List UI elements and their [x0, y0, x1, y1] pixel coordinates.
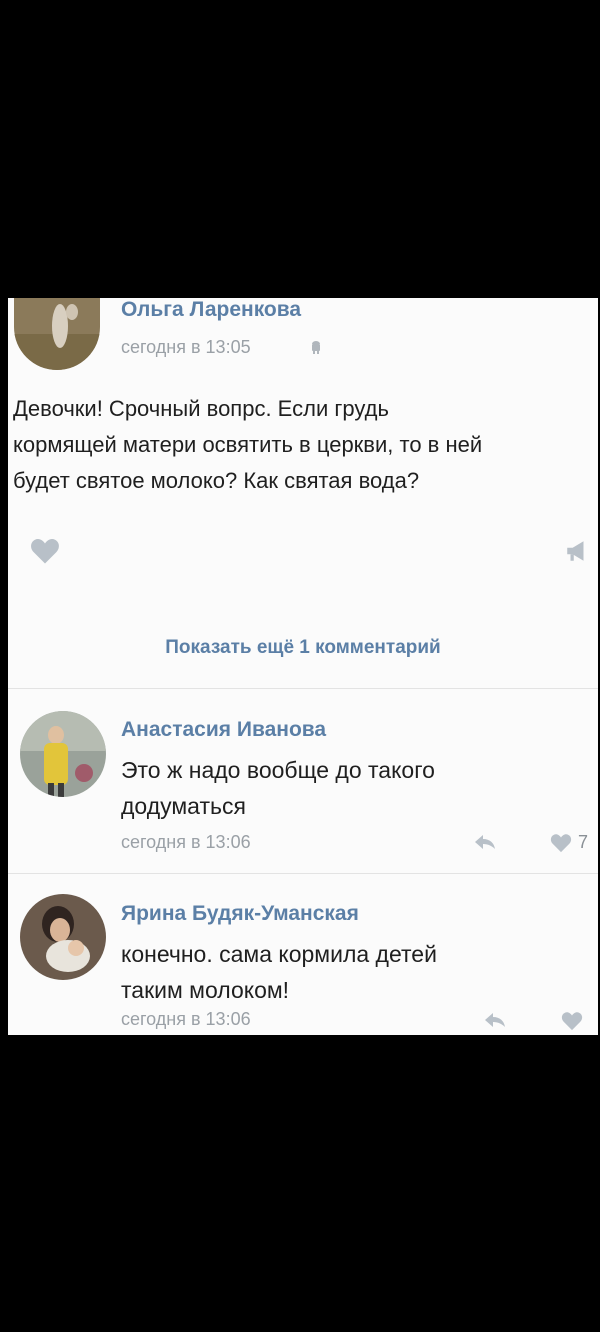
- comment-text-line-2: додуматься: [121, 793, 246, 819]
- comment-author-name[interactable]: Анастасия Иванова: [121, 718, 326, 742]
- post-author-name[interactable]: Ольга Ларенкова: [121, 298, 301, 322]
- comment-text-line-1: Это ж надо вообще до такого: [121, 757, 435, 783]
- comment-text-line-2: таким молоком!: [121, 977, 290, 1003]
- post-text-line-1: Девочки! Срочный вопрс. Если грудь: [13, 396, 389, 421]
- post-author-avatar[interactable]: [14, 298, 100, 370]
- heart-icon[interactable]: [550, 833, 572, 853]
- android-icon: [312, 341, 320, 354]
- heart-icon[interactable]: [30, 537, 60, 565]
- comment-text-line-1: конечно. сама кормила детей: [121, 941, 437, 967]
- post-time: сегодня в 13:05: [121, 337, 251, 357]
- heart-icon[interactable]: [561, 1011, 583, 1031]
- comment-author-avatar[interactable]: [20, 894, 106, 980]
- like-count: 7: [578, 832, 589, 852]
- megaphone-icon[interactable]: [564, 538, 590, 564]
- comment-time: сегодня в 13:06: [121, 1009, 251, 1029]
- divider: [8, 873, 598, 874]
- post-text-line-3: будет святое молоко? Как святая вода?: [13, 468, 420, 493]
- reply-arrow-icon[interactable]: [484, 1012, 506, 1028]
- comment-time: сегодня в 13:06: [121, 832, 251, 852]
- comment-author-avatar[interactable]: [20, 711, 106, 797]
- comment-author-name[interactable]: Ярина Будяк-Уманская: [121, 902, 359, 926]
- show-more-comments-link[interactable]: Показать ещё 1 комментарий: [8, 637, 598, 659]
- vk-post-screen: Ольга Ларенкова сегодня в 13:05 Девочки!…: [8, 298, 598, 1035]
- divider: [8, 688, 598, 689]
- reply-arrow-icon[interactable]: [474, 834, 496, 850]
- post-text-line-2: кормящей матери освятить в церкви, то в …: [13, 432, 483, 457]
